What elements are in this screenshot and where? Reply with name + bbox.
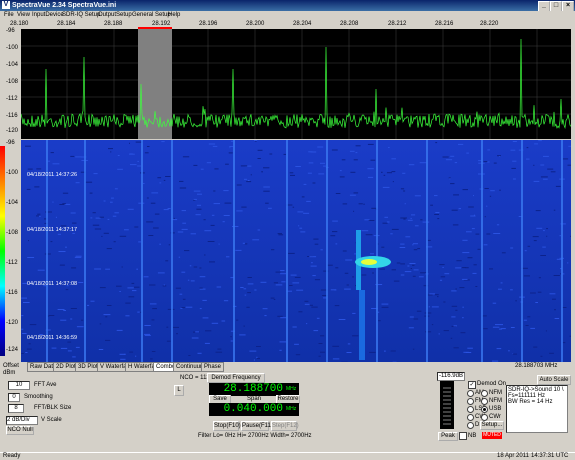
- frequency-scale: 28.180 28.184 28.188 28.192 28.196 28.20…: [0, 21, 575, 29]
- mode-dsb-radio[interactable]: [467, 422, 474, 429]
- freq-label: 28.196: [199, 21, 217, 27]
- vscale-select[interactable]: 2 dB/Div: [6, 416, 38, 425]
- pause-button[interactable]: Pause(F11): [241, 421, 269, 431]
- status-date: 18 Apr 2011: [497, 453, 529, 459]
- y-label: -120: [6, 320, 18, 326]
- y-label: -104: [6, 200, 18, 206]
- y-label: -108: [6, 230, 18, 236]
- waterfall-display[interactable]: 04/18/2011 14:37:26 04/18/2011 14:37:17 …: [21, 140, 571, 362]
- menu-general-setup[interactable]: General Setup: [132, 12, 171, 18]
- freq-label: 28.204: [293, 21, 311, 27]
- demod-on-label: Demod On: [477, 381, 506, 387]
- freq-label: 28.212: [388, 21, 406, 27]
- y-label: -96: [6, 28, 15, 34]
- step-button[interactable]: Step(F12): [271, 421, 297, 431]
- mode-nfm2-radio[interactable]: [481, 398, 488, 405]
- muted-indicator[interactable]: MUTED: [482, 432, 502, 439]
- spectravue-icon: V: [2, 1, 10, 9]
- menu-input-device[interactable]: InputDevice: [32, 12, 64, 18]
- freq-label: 28.184: [57, 21, 75, 27]
- title-bar: V SpectraVue 2.34 SpectraVue.ini _ □ ×: [0, 0, 575, 11]
- level-readout: -116.9dB: [437, 372, 465, 381]
- freq-label: 28.180: [10, 21, 28, 27]
- timestamp: 04/18/2011 14:36:59: [27, 335, 77, 341]
- y-label: -112: [6, 96, 18, 102]
- menu-output-setup[interactable]: OutputSetup: [98, 12, 132, 18]
- y-label: -100: [6, 170, 18, 176]
- timestamp: 04/18/2011 14:37:26: [27, 172, 77, 178]
- status-time: 14:37:31 UTC: [531, 453, 568, 459]
- mode-label: NFM: [489, 398, 502, 404]
- y-label: -116: [6, 113, 18, 119]
- offset-label: Offset: [3, 363, 19, 369]
- freq-label: 28.200: [246, 21, 264, 27]
- y-label: -116: [6, 290, 18, 296]
- fft-blk-select[interactable]: 8: [8, 404, 24, 413]
- mode-cw-radio[interactable]: [467, 414, 474, 421]
- vscale-label: V Scale: [41, 417, 62, 423]
- menu-view[interactable]: View: [17, 12, 30, 18]
- span-label: Span: [247, 396, 261, 402]
- y-label: -124: [6, 347, 18, 353]
- offset-unit: dBm: [3, 370, 15, 376]
- demod-passband: [138, 29, 172, 139]
- mode-usb-radio[interactable]: [481, 406, 488, 413]
- y-label: -100: [6, 45, 18, 51]
- freq-label: 28.188: [104, 21, 122, 27]
- l-button[interactable]: L: [174, 385, 184, 396]
- freq-label: 28.216: [435, 21, 453, 27]
- mode-label: USB: [489, 406, 501, 412]
- stop-button[interactable]: Stop(F10): [213, 421, 239, 431]
- y-label: -120: [6, 128, 18, 134]
- fft-ave-input[interactable]: 10: [8, 381, 30, 390]
- smoothing-label: Smoothing: [24, 394, 53, 400]
- timestamp: 04/18/2011 14:37:08: [27, 281, 77, 287]
- color-scale-bar: [0, 146, 5, 356]
- freq-label: 28.208: [340, 21, 358, 27]
- info-line: BW Res = 14 Hz: [508, 399, 566, 405]
- demod-on-checkbox[interactable]: ✓: [468, 381, 476, 389]
- marker-frequency: 28.188703 MHz: [515, 363, 557, 369]
- nb-checkbox[interactable]: [459, 432, 467, 440]
- filter-info: Filter Lo= 0Hz Hi= 2700Hz Width= 2700Hz: [198, 433, 312, 439]
- smoothing-input[interactable]: 0: [8, 393, 20, 402]
- mode-cwr-radio[interactable]: [481, 414, 488, 421]
- freq-label: 28.220: [480, 21, 498, 27]
- demod-frequency-button[interactable]: Demod Frequency: [207, 373, 265, 383]
- y-label: -112: [6, 260, 18, 266]
- status-text: Ready: [3, 453, 20, 459]
- menu-help[interactable]: Help: [168, 12, 180, 18]
- span-unit: MHz: [286, 406, 296, 412]
- timestamp: 04/18/2011 14:37:17: [27, 227, 77, 233]
- tab-phase[interactable]: Phase: [201, 362, 224, 372]
- spectrum-y-axis: -96 -100 -104 -108 -112 -116 -120: [0, 28, 20, 140]
- spectrum-plot[interactable]: [21, 29, 571, 139]
- mode-am-radio[interactable]: [467, 390, 474, 397]
- y-label: -104: [6, 62, 18, 68]
- auto-scale-button[interactable]: Auto Scale: [537, 375, 571, 385]
- device-info-box: SDR-IQ->Sound 10 \ Fs=111111 Hz BW Res =…: [506, 385, 568, 433]
- nco-null-button[interactable]: NCO Null: [6, 426, 34, 435]
- menu-bar: File View InputDevice SDR-IQ Setup Outpu…: [0, 11, 575, 21]
- mode-lsb-radio[interactable]: [467, 406, 474, 413]
- window-title: SpectraVue 2.34 SpectraVue.ini: [12, 0, 116, 11]
- center-frequency-unit: MHz: [286, 386, 296, 392]
- fft-blk-label: FFT/BLK Size: [34, 405, 71, 411]
- mode-label: NFM: [489, 390, 502, 396]
- mode-label: CWr: [489, 414, 501, 420]
- menu-sdr-iq-setup[interactable]: SDR-IQ Setup: [62, 12, 100, 18]
- y-label: -96: [6, 140, 15, 146]
- menu-file[interactable]: File: [4, 12, 14, 18]
- mode-fm-radio[interactable]: [467, 398, 474, 405]
- nb-label: NB: [468, 433, 476, 439]
- signal-meter: [440, 381, 454, 429]
- setup-button[interactable]: Setup...: [480, 421, 504, 430]
- y-label: -108: [6, 79, 18, 85]
- peak-button[interactable]: Peak: [438, 432, 458, 441]
- fft-ave-label: FFT Ave: [34, 382, 56, 388]
- waterfall-y-axis: -96 -100 -104 -108 -112 -116 -120 -124: [0, 140, 21, 362]
- mode-nfm-radio[interactable]: [481, 390, 488, 397]
